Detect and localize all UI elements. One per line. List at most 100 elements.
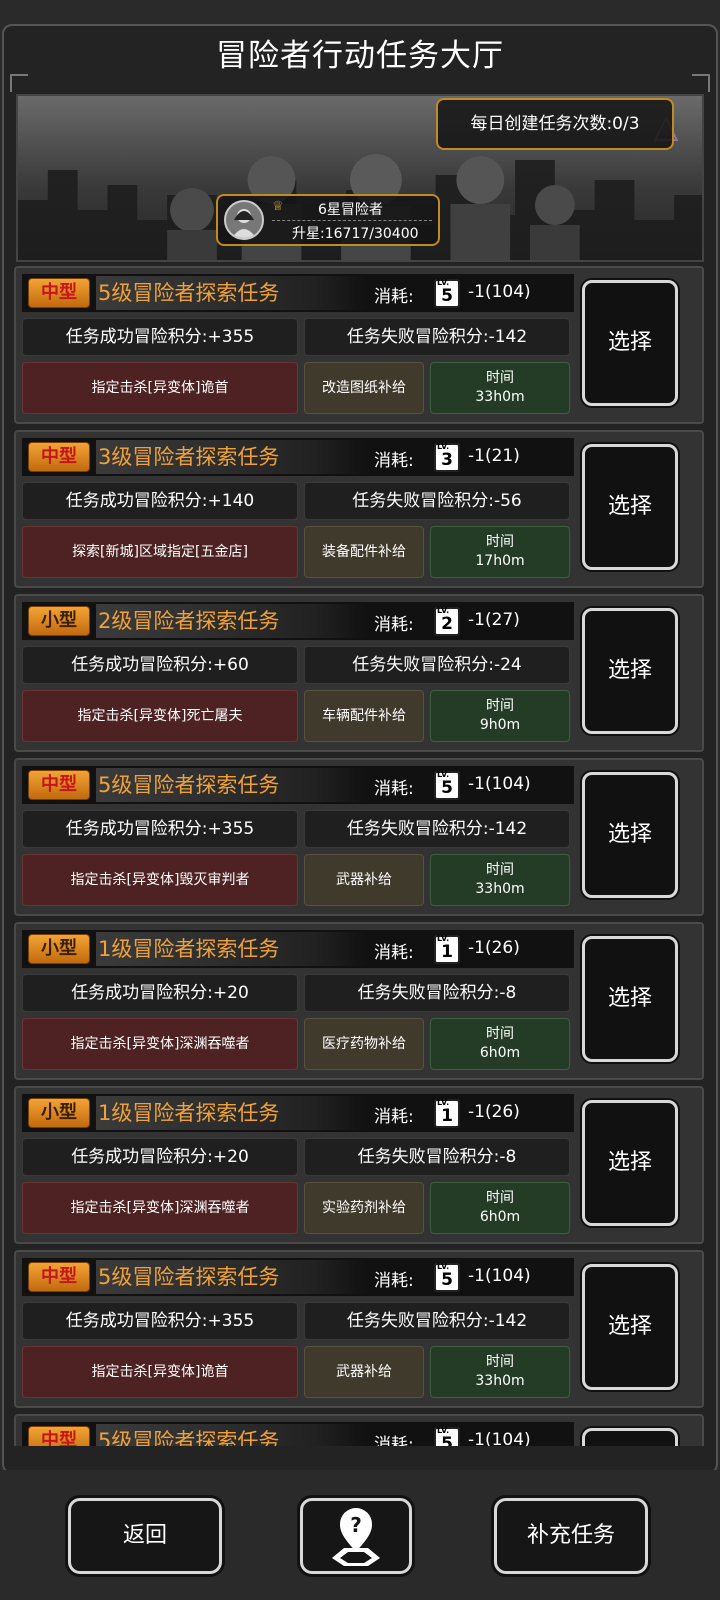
cost-label: 消耗: bbox=[374, 943, 414, 963]
mission-header: 小型 1级冒险者探索任务 消耗: LV. 1 -1(26) bbox=[22, 930, 574, 968]
cost-value: -1(104) bbox=[468, 1266, 531, 1286]
cost-value: -1(104) bbox=[468, 282, 531, 302]
svg-text:?: ? bbox=[350, 1513, 362, 1537]
select-button[interactable]: 选择 bbox=[582, 280, 678, 406]
mission-supply: 装备配件补给 bbox=[304, 526, 424, 578]
mission-target: 指定击杀[异变体]诡首 bbox=[22, 362, 298, 414]
mission-size-badge: 中型 bbox=[28, 1426, 90, 1446]
mission-name: 1级冒险者探索任务 bbox=[96, 932, 368, 966]
mission-supply: 实验药剂补给 bbox=[304, 1182, 424, 1234]
mission-supply: 医疗药物补给 bbox=[304, 1018, 424, 1070]
fail-points: 任务失败冒险积分:-56 bbox=[304, 482, 570, 520]
mission-card: 小型 1级冒险者探索任务 消耗: LV. 1 -1(26) 任务成功冒险积分:+2… bbox=[14, 1086, 704, 1244]
fail-points: 任务失败冒险积分:-8 bbox=[304, 974, 570, 1012]
back-button[interactable]: 返回 bbox=[68, 1498, 222, 1574]
cost-value: -1(26) bbox=[468, 1102, 520, 1122]
fail-points: 任务失败冒险积分:-142 bbox=[304, 810, 570, 848]
mission-supply: 改造图纸补给 bbox=[304, 362, 424, 414]
ticket-level: 2 bbox=[441, 614, 453, 634]
fail-points: 任务失败冒险积分:-24 bbox=[304, 646, 570, 684]
select-button[interactable]: 选择 bbox=[582, 1264, 678, 1390]
help-button[interactable]: ? bbox=[300, 1498, 412, 1574]
mission-target: 探索[新城]区域指定[五金店] bbox=[22, 526, 298, 578]
mission-name: 5级冒险者探索任务 bbox=[96, 276, 368, 310]
mission-size-badge: 中型 bbox=[28, 770, 90, 800]
ticket-level: 5 bbox=[441, 1270, 453, 1290]
mission-size-badge: 小型 bbox=[28, 934, 90, 964]
mission-list[interactable]: 中型 5级冒险者探索任务 消耗: LV. 5 -1(104) 任务成功冒险积分:+… bbox=[14, 266, 704, 1446]
cost-label: 消耗: bbox=[374, 1435, 414, 1446]
rank-progress: 升星:16717/30400 bbox=[292, 226, 419, 242]
refill-missions-button[interactable]: 补充任务 bbox=[494, 1498, 648, 1574]
ticket-level: 1 bbox=[441, 942, 453, 962]
level-ticket-icon: LV. 5 bbox=[434, 770, 460, 800]
success-points: 任务成功冒险积分:+140 bbox=[22, 482, 298, 520]
level-ticket-icon: LV. 5 bbox=[434, 1262, 460, 1292]
cost-value: -1(27) bbox=[468, 610, 520, 630]
cost-value: -1(104) bbox=[468, 1430, 531, 1446]
mission-time: 时间 33h0m bbox=[430, 1346, 570, 1398]
mission-time: 时间 33h0m bbox=[430, 362, 570, 414]
mission-card: 中型 5级冒险者探索任务 消耗: LV. 5 -1(104) 任务成功冒险积分:+… bbox=[14, 266, 704, 424]
mission-name: 5级冒险者探索任务 bbox=[96, 1424, 368, 1446]
mission-name: 5级冒险者探索任务 bbox=[96, 768, 368, 802]
success-points: 任务成功冒险积分:+20 bbox=[22, 974, 298, 1012]
success-points: 任务成功冒险积分:+355 bbox=[22, 318, 298, 356]
corner-ornament-right bbox=[692, 74, 710, 92]
mission-time: 时间 6h0m bbox=[430, 1182, 570, 1234]
mission-size-badge: 小型 bbox=[28, 1098, 90, 1128]
fail-points: 任务失败冒险积分:-142 bbox=[304, 1302, 570, 1340]
ticket-level: 5 bbox=[441, 286, 453, 306]
cost-value: -1(21) bbox=[468, 446, 520, 466]
ticket-level: 1 bbox=[441, 1106, 453, 1126]
mission-name: 1级冒险者探索任务 bbox=[96, 1096, 368, 1130]
time-label: 时间 bbox=[486, 862, 514, 878]
select-button[interactable]: 选择 bbox=[582, 608, 678, 734]
mission-time: 时间 17h0m bbox=[430, 526, 570, 578]
time-label: 时间 bbox=[486, 534, 514, 550]
mission-time: 时间 33h0m bbox=[430, 854, 570, 906]
mission-target: 指定击杀[异变体]深渊吞噬者 bbox=[22, 1182, 298, 1234]
cost-value: -1(26) bbox=[468, 938, 520, 958]
fail-points: 任务失败冒险积分:-8 bbox=[304, 1138, 570, 1176]
mission-size-badge: 中型 bbox=[28, 278, 90, 308]
crown-icon: ♕ bbox=[272, 199, 284, 214]
time-value: 9h0m bbox=[479, 717, 521, 733]
question-pin-icon: ? bbox=[332, 1508, 380, 1566]
select-button[interactable]: 选择 bbox=[582, 936, 678, 1062]
select-button[interactable]: 选择 bbox=[582, 1100, 678, 1226]
mission-name: 3级冒险者探索任务 bbox=[96, 440, 368, 474]
cost-label: 消耗: bbox=[374, 779, 414, 799]
select-button[interactable] bbox=[582, 1428, 678, 1446]
corner-ornament-left bbox=[10, 74, 28, 92]
time-value: 33h0m bbox=[475, 881, 525, 897]
level-ticket-icon: LV. 5 bbox=[434, 278, 460, 308]
time-value: 17h0m bbox=[475, 553, 525, 569]
cost-label: 消耗: bbox=[374, 287, 414, 307]
time-value: 33h0m bbox=[475, 1373, 525, 1389]
mission-card: 中型 3级冒险者探索任务 消耗: LV. 3 -1(21) 任务成功冒险积分:+1… bbox=[14, 430, 704, 588]
mission-supply: 武器补给 bbox=[304, 854, 424, 906]
time-label: 时间 bbox=[486, 1354, 514, 1370]
page-title: 冒险者行动任务大厅 bbox=[216, 38, 504, 74]
ticket-level: 5 bbox=[441, 778, 453, 798]
select-button[interactable]: 选择 bbox=[582, 444, 678, 570]
mission-card-partial: 中型 5级冒险者探索任务 消耗: LV. 5 -1(104) bbox=[14, 1414, 704, 1446]
mission-supply: 车辆配件补给 bbox=[304, 690, 424, 742]
adventurer-rank-panel: ♕ 6星冒险者 升星:16717/30400 bbox=[216, 194, 440, 246]
mission-header: 中型 3级冒险者探索任务 消耗: LV. 3 -1(21) bbox=[22, 438, 574, 476]
mission-header: 中型 5级冒险者探索任务 消耗: LV. 5 -1(104) bbox=[22, 1422, 574, 1446]
select-button[interactable]: 选择 bbox=[582, 772, 678, 898]
success-points: 任务成功冒险积分:+355 bbox=[22, 1302, 298, 1340]
level-ticket-icon: LV. 1 bbox=[434, 934, 460, 964]
time-label: 时间 bbox=[486, 698, 514, 714]
mission-card: 中型 5级冒险者探索任务 消耗: LV. 5 -1(104) 任务成功冒险积分:+… bbox=[14, 1250, 704, 1408]
rank-title: 6星冒险者 bbox=[318, 202, 383, 218]
time-value: 6h0m bbox=[479, 1209, 521, 1225]
daily-create-counter: 每日创建任务次数:0/3 bbox=[436, 98, 674, 150]
mission-target: 指定击杀[异变体]毁灭审判者 bbox=[22, 854, 298, 906]
mission-header: 中型 5级冒险者探索任务 消耗: LV. 5 -1(104) bbox=[22, 274, 574, 312]
success-points: 任务成功冒险积分:+20 bbox=[22, 1138, 298, 1176]
mission-supply: 武器补给 bbox=[304, 1346, 424, 1398]
mission-name: 5级冒险者探索任务 bbox=[96, 1260, 368, 1294]
